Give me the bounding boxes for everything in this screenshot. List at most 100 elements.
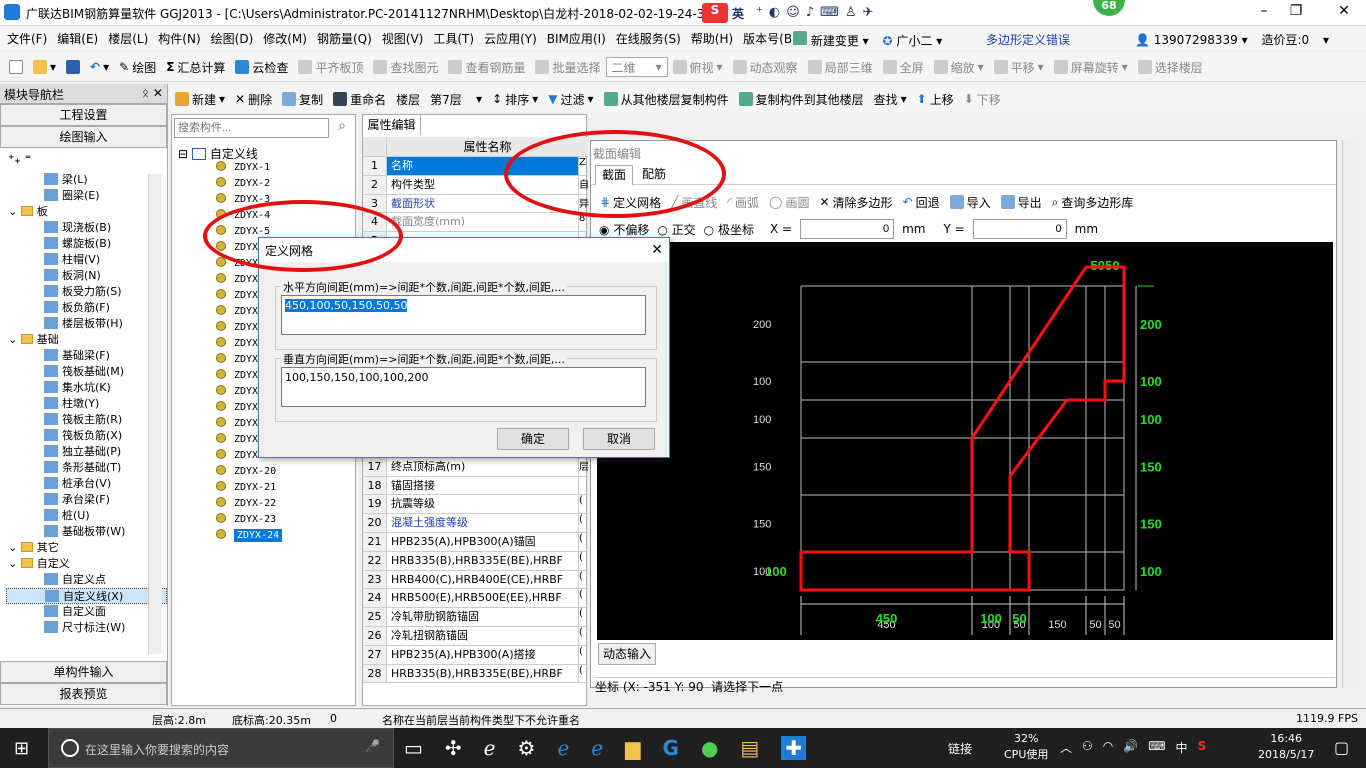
glodon-app-icon[interactable]: ✚ — [781, 736, 807, 760]
tool-find[interactable]: 查找图元 — [368, 54, 443, 80]
rename-button[interactable]: 重命名 — [328, 86, 391, 112]
ime-tools-icon[interactable]: ⁺◐☺♪⌨♙✈ — [756, 5, 906, 21]
ok-button[interactable]: 确定 — [497, 428, 569, 450]
edge-icon[interactable]: ℯ — [557, 736, 569, 760]
nav-scrollbar[interactable] — [148, 174, 162, 654]
report-preview-button[interactable]: 报表预览 — [0, 683, 167, 705]
property-row[interactable]: 25 冷轧带肋钢筋锚固( — [363, 608, 588, 627]
radio-no-offset[interactable]: ◉ 不偏移 — [599, 221, 649, 238]
nav-tree-item[interactable]: 筏板主筋(R) — [6, 412, 167, 428]
lang-indicator[interactable]: 中 — [1176, 739, 1188, 756]
ime-lang[interactable]: 英 — [732, 5, 744, 22]
nav-tree-item[interactable]: 桩承台(V) — [6, 476, 167, 492]
find-button[interactable]: 查找 ▾ — [869, 86, 912, 112]
tool-select-floor[interactable]: 选择楼层 — [1133, 54, 1208, 80]
move-down-button[interactable]: ⬇ 下移 — [959, 86, 1006, 112]
nav-tree-item[interactable]: 尺寸标注(W) — [6, 620, 167, 636]
sogou-tray-icon[interactable]: S — [1198, 739, 1207, 756]
component-list-item[interactable]: ZDYX-2 — [216, 176, 282, 192]
save-button[interactable] — [61, 54, 85, 80]
link-label[interactable]: 链接 — [948, 740, 972, 757]
property-row[interactable]: 19 抗震等级( — [363, 495, 588, 515]
volume-icon[interactable]: 🔊 — [1123, 739, 1138, 756]
property-row[interactable]: 27 HPB235(A),HPB300(A)搭接( — [363, 645, 588, 665]
grid-drawing[interactable]: 200 100 100 150 150 100 200 100 100 150 150 100 450 1… — [597, 242, 1333, 640]
nav-tree-item[interactable]: 自定义面 — [6, 604, 167, 620]
nav-tree-item[interactable]: 梁(L) — [6, 172, 167, 188]
filter-button[interactable]: ▼ 过滤 ▾ — [543, 86, 598, 112]
app-gear-icon[interactable]: ⚙ — [518, 736, 536, 760]
nav-tree-item[interactable]: 基础梁(F) — [6, 348, 167, 364]
draw-arc-button[interactable]: ◜ 画弧 — [722, 189, 764, 215]
query-polygon-library-button[interactable]: ⌕ 查询多边形库 — [1047, 189, 1139, 215]
bean-arrow-icon[interactable]: ▾ — [1318, 29, 1334, 51]
nav-tree-item[interactable]: 集水坑(K) — [6, 380, 167, 396]
tool-summary[interactable]: Σ 汇总计算 — [161, 54, 230, 80]
search-icon[interactable]: ⌕ — [332, 118, 352, 138]
menu-item[interactable]: BIM应用(I) — [542, 26, 611, 51]
nav-tree-item[interactable]: 条形基础(T) — [6, 460, 167, 476]
nav-tree-item[interactable]: 板洞(N) — [6, 268, 167, 284]
new-file-button[interactable] — [4, 54, 28, 80]
nav-tree-item[interactable]: 承台梁(F) — [6, 492, 167, 508]
component-list-item[interactable]: ZDYX-23 — [216, 512, 282, 528]
nav-tree-item[interactable]: 筏板基础(M) — [6, 364, 167, 380]
delete-button[interactable]: ✕ 删除 — [230, 86, 277, 112]
tool-top-view[interactable]: 俯视 ▾ — [668, 54, 728, 80]
nav-tree-item[interactable]: ⌄ 板 — [6, 204, 167, 220]
property-row[interactable]: 21 HPB235(A),HPB300(A)锚固( — [363, 532, 588, 552]
property-row[interactable]: 18 锚固搭接 — [363, 476, 588, 496]
property-row[interactable]: 23 HRB400(C),HRB400E(CE),HRBF( — [363, 570, 588, 590]
nav-tree-item[interactable]: 柱帽(V) — [6, 252, 167, 268]
nav-tree-item[interactable]: 柱墩(Y) — [6, 396, 167, 412]
nav-tree-item[interactable]: ⌄ 自定义 — [6, 556, 167, 572]
tool-batch-select[interactable]: 批量选择 — [530, 54, 605, 80]
import-button[interactable]: 导入 — [945, 189, 996, 215]
nav-tree-item[interactable]: 自定义点 — [6, 572, 167, 588]
nav-tree-item[interactable]: 螺旋板(B) — [6, 236, 167, 252]
menu-item[interactable]: 云应用(Y) — [479, 26, 542, 51]
menu-item[interactable]: 在线服务(S) — [611, 26, 686, 51]
property-row[interactable]: 26 冷轧扭钢筋锚固( — [363, 626, 588, 646]
nav-tree-item[interactable]: 板负筋(F) — [6, 300, 167, 316]
property-tab[interactable]: 属性编辑 — [363, 115, 421, 135]
component-list-item[interactable]: ZDYX-21 — [216, 480, 282, 496]
tool-align-top[interactable]: 平齐板顶 — [293, 54, 368, 80]
tool-pan[interactable]: 平移 ▾ — [989, 54, 1049, 80]
horizontal-spacing-input[interactable]: 450,100,50,150,50,50 — [281, 295, 646, 335]
ime-sogou-icon[interactable]: S — [702, 3, 728, 23]
menu-item[interactable]: 视图(V) — [377, 26, 429, 51]
menu-item[interactable]: 修改(M) — [258, 26, 312, 51]
property-row[interactable]: 24 HRB500(E),HRB500E(EE),HRBF( — [363, 589, 588, 609]
windows-start-icon[interactable]: ⊞ — [14, 738, 29, 759]
cancel-button[interactable]: 取消 — [583, 428, 655, 450]
taskbar-search[interactable]: 在这里输入你要搜索的内容 🎤 — [48, 728, 394, 768]
people-icon[interactable]: ⚇ — [1082, 739, 1093, 756]
property-row[interactable]: 20 混凝土强度等级( — [363, 514, 588, 533]
notification-icon[interactable]: ▢ — [1334, 738, 1349, 757]
pin-icon[interactable]: ᛟ ✕ — [142, 86, 163, 100]
draw-circle-button[interactable]: ◯ 画圆 — [764, 189, 814, 215]
tool-zoom[interactable]: 缩放 ▾ — [929, 54, 989, 80]
expand-collapse-icon[interactable]: ⁺₊ ⁼ — [0, 148, 167, 172]
menu-item[interactable]: 帮助(H) — [686, 26, 738, 51]
property-row[interactable]: 28 HRB335(B),HRB335E(BE),HRBF( — [363, 664, 588, 684]
property-row[interactable]: 22 HRB335(B),HRB335E(BE),HRBF( — [363, 551, 588, 571]
nav-tree-item[interactable]: 板受力筋(S) — [6, 284, 167, 300]
nav-tree-item[interactable]: ⌄ 其它 — [6, 540, 167, 556]
ie-icon[interactable]: ℯ — [484, 736, 496, 760]
sort-button[interactable]: ↕ 排序 ▾ — [487, 86, 543, 112]
ie-blue-icon[interactable]: ℯ — [591, 736, 603, 760]
y-input[interactable] — [972, 219, 1067, 239]
open-file-button[interactable]: ▾ — [28, 54, 61, 80]
floor-select[interactable]: 第7层 ▾ — [425, 86, 487, 112]
menu-item[interactable]: 绘图(D) — [206, 26, 259, 51]
section-canvas[interactable]: 200 100 100 150 150 100 200 100 100 150 150 100 450 1… — [597, 242, 1333, 640]
nav-tree-item[interactable]: ⌄ 基础 — [6, 332, 167, 348]
explorer-folder-icon[interactable]: ▆ — [625, 736, 640, 760]
fan-app-icon[interactable]: ✣ — [445, 736, 462, 760]
user-account[interactable]: 👤 13907298339 ▾ — [1130, 29, 1253, 51]
radio-polar[interactable]: ○ 极坐标 — [704, 221, 754, 238]
tool-orbit[interactable]: 动态观察 — [728, 54, 803, 80]
property-row[interactable]: 17 终点顶标高(m) 层 — [363, 457, 589, 477]
